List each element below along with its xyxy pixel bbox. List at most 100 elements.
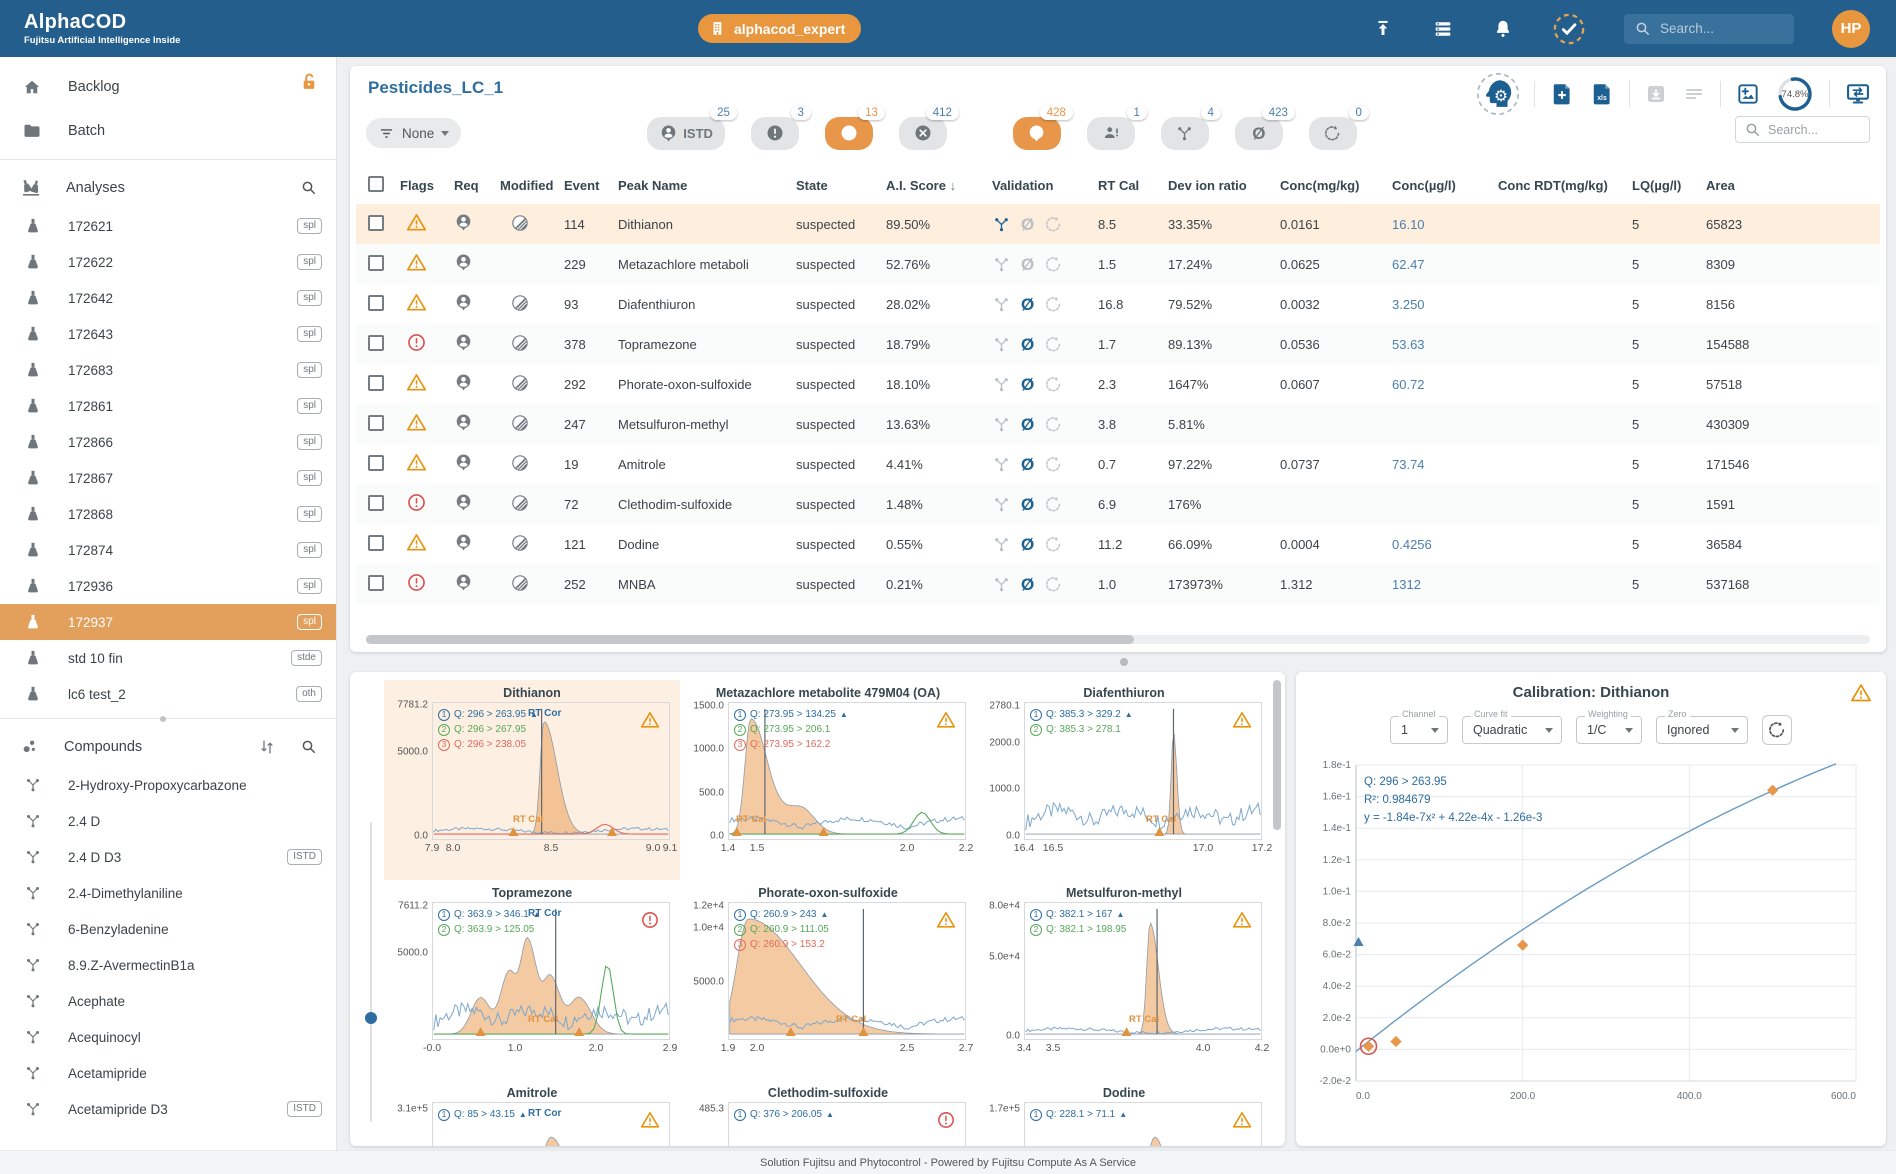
chromatogram-cell[interactable]: Amitrole3.1e+51Q: 85 > 43.15▲RT Cor: [384, 1080, 680, 1146]
validate-hook-icon[interactable]: [992, 295, 1011, 314]
conc-ugl-link[interactable]: 0.4256: [1392, 537, 1498, 552]
column-header[interactable]: State: [796, 178, 886, 193]
row-checkbox[interactable]: [368, 535, 384, 551]
analysis-item[interactable]: 172868 spl: [0, 496, 336, 532]
filter-chip-person-istd[interactable]: ISTD25: [647, 117, 725, 150]
upload-icon[interactable]: [1372, 18, 1394, 40]
filter-chip-reset[interactable]: 0: [1309, 117, 1357, 150]
validate-hook-icon[interactable]: [992, 215, 1011, 234]
reset-icon[interactable]: [1044, 215, 1063, 234]
column-header[interactable]: Conc(mg/kg): [1280, 178, 1392, 193]
column-header[interactable]: RT Cal: [1098, 178, 1168, 193]
chromatogram-cell[interactable]: Clethodim-sulfoxide485.31Q: 376 > 206.05…: [680, 1080, 976, 1146]
analysis-item[interactable]: 172936 spl: [0, 568, 336, 604]
table-row[interactable]: 93 Diafenthiuron suspected 28.02% Ø 16.8…: [356, 284, 1880, 324]
reset-icon[interactable]: [1044, 575, 1063, 594]
compound-item[interactable]: Acetamipride: [0, 1055, 336, 1091]
reset-icon[interactable]: [1044, 535, 1063, 554]
chromatogram-cell[interactable]: Topramezone7611.25000.0-0.01.02.02.91Q: …: [384, 880, 680, 1080]
table-row[interactable]: 229 Metazachlore metaboli suspected 52.7…: [356, 244, 1880, 284]
control-select[interactable]: 1/C: [1576, 716, 1642, 744]
conc-ugl-link[interactable]: 62.47: [1392, 257, 1498, 272]
chromatogram-cell[interactable]: Dodine1.7e+51Q: 228.1 > 71.1▲: [976, 1080, 1272, 1146]
compound-item[interactable]: 2-Hydroxy-Propoxycarbazone: [0, 767, 336, 803]
column-header[interactable]: Validation: [992, 178, 1098, 193]
reject-slash-icon[interactable]: Ø: [1021, 336, 1034, 353]
compound-item[interactable]: Acetamipride D3ISTD: [0, 1091, 336, 1127]
reset-icon[interactable]: [1044, 295, 1063, 314]
filter-chip-exclamation[interactable]: 3: [751, 117, 799, 150]
add-image-icon[interactable]: [1735, 81, 1761, 107]
table-row[interactable]: 72 Clethodim-sulfoxide suspected 1.48% Ø…: [356, 484, 1880, 524]
validate-hook-icon[interactable]: [992, 535, 1011, 554]
export-xls-icon[interactable]: xls: [1589, 81, 1615, 107]
reset-icon[interactable]: [1044, 375, 1063, 394]
conc-ugl-link[interactable]: 53.63: [1392, 337, 1498, 352]
validate-hook-icon[interactable]: [992, 375, 1011, 394]
reject-slash-icon[interactable]: Ø: [1021, 496, 1034, 513]
sidebar-item-batch[interactable]: Batch: [0, 109, 336, 153]
column-header[interactable]: Peak Name: [618, 178, 796, 193]
calibration-reset-button[interactable]: [1762, 715, 1792, 745]
validate-hook-icon[interactable]: [992, 335, 1011, 354]
new-document-icon[interactable]: [1549, 81, 1575, 107]
column-header[interactable]: Modified: [500, 178, 564, 193]
filter-chip-cross[interactable]: 412: [899, 117, 947, 150]
validate-check-icon[interactable]: [1552, 12, 1586, 46]
analysis-item[interactable]: 172861 spl: [0, 388, 336, 424]
compounds-search-icon[interactable]: [300, 738, 318, 756]
table-row[interactable]: 378 Topramezone suspected 18.79% Ø 1.7 8…: [356, 324, 1880, 364]
table-search-input[interactable]: [1768, 123, 1858, 137]
ai-assistant-icon[interactable]: ⚙: [1476, 72, 1520, 116]
column-header[interactable]: LQ(µg/l): [1632, 178, 1706, 193]
reject-slash-icon[interactable]: Ø: [1021, 256, 1034, 273]
analysis-item[interactable]: 172683 spl: [0, 352, 336, 388]
user-avatar[interactable]: HP: [1832, 10, 1870, 48]
validate-hook-icon[interactable]: [992, 415, 1011, 434]
reject-slash-icon[interactable]: Ø: [1021, 576, 1034, 593]
table-search[interactable]: [1735, 116, 1870, 143]
compound-item[interactable]: 8.9.Z-AvermectinB1a: [0, 947, 336, 983]
validate-hook-icon[interactable]: [992, 255, 1011, 274]
storage-icon[interactable]: [1432, 18, 1454, 40]
column-header[interactable]: A.I. Score ↓: [886, 178, 992, 193]
notifications-bell-icon[interactable]: [1492, 18, 1514, 40]
reject-slash-icon[interactable]: Ø: [1021, 216, 1034, 233]
workspace-badge[interactable]: alphacod_expert: [698, 14, 861, 43]
panel-resize-handle[interactable]: [1120, 658, 1128, 666]
chromatogram-cell[interactable]: Dithianon7781.25000.00.07.98.08.59.09.11…: [384, 680, 680, 880]
row-checkbox[interactable]: [368, 215, 384, 231]
filter-dropdown[interactable]: None: [366, 118, 461, 148]
reset-icon[interactable]: [1044, 495, 1063, 514]
analysis-item[interactable]: 172621 spl: [0, 208, 336, 244]
analysis-item[interactable]: 172874 spl: [0, 532, 336, 568]
compound-item[interactable]: 6-Benzyladenine: [0, 911, 336, 947]
control-select[interactable]: Quadratic: [1462, 716, 1562, 744]
compound-item[interactable]: Acephate: [0, 983, 336, 1019]
table-row[interactable]: 121 Dodine suspected 0.55% Ø 11.2 66.09%…: [356, 524, 1880, 564]
chromatogram-cell[interactable]: Metsulfuron-methyl8.0e+45.0e+40.03.43.54…: [976, 880, 1272, 1080]
reset-icon[interactable]: [1044, 255, 1063, 274]
analysis-item[interactable]: 172643 spl: [0, 316, 336, 352]
reset-icon[interactable]: [1044, 415, 1063, 434]
global-search[interactable]: [1624, 14, 1794, 44]
reject-slash-icon[interactable]: Ø: [1021, 416, 1034, 433]
row-checkbox[interactable]: [368, 455, 384, 471]
reject-slash-icon[interactable]: Ø: [1021, 456, 1034, 473]
select-all-checkbox[interactable]: [368, 176, 384, 192]
control-select[interactable]: 1: [1390, 716, 1448, 744]
compound-item[interactable]: Acequinocyl: [0, 1019, 336, 1055]
row-checkbox[interactable]: [368, 415, 384, 431]
analysis-item[interactable]: std 10 fin stde: [0, 640, 336, 676]
row-checkbox[interactable]: [368, 575, 384, 591]
analyses-search-icon[interactable]: [300, 179, 318, 197]
conc-ugl-link[interactable]: 73.74: [1392, 457, 1498, 472]
sidebar-item-backlog[interactable]: Backlog: [0, 65, 336, 109]
validate-hook-icon[interactable]: [992, 575, 1011, 594]
column-header[interactable]: Dev ion ratio: [1168, 178, 1280, 193]
analysis-item[interactable]: 172622 spl: [0, 244, 336, 280]
column-header[interactable]: Conc(µg/l): [1392, 178, 1498, 193]
compounds-sort-icon[interactable]: [258, 738, 276, 756]
reset-icon[interactable]: [1044, 455, 1063, 474]
table-row[interactable]: 292 Phorate-oxon-sulfoxide suspected 18.…: [356, 364, 1880, 404]
